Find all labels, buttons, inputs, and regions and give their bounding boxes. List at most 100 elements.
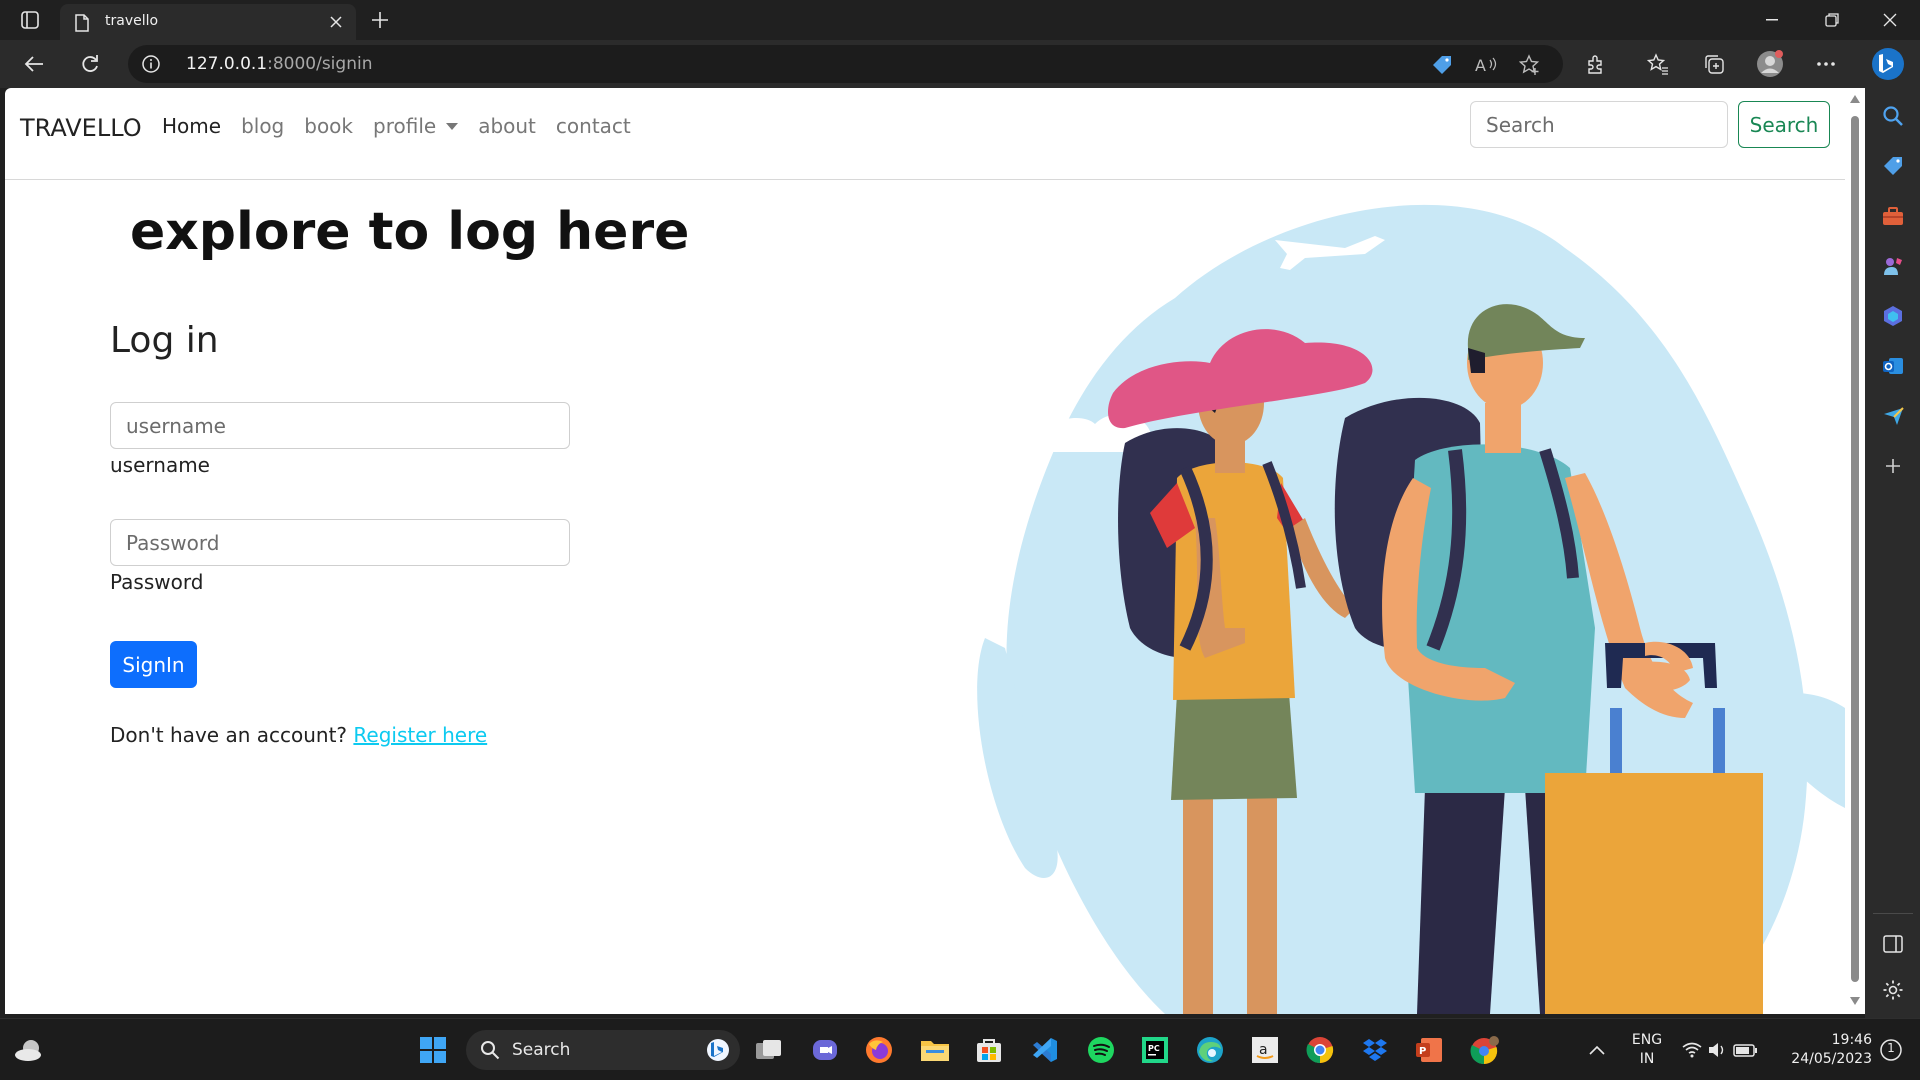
- amazon-icon[interactable]: a: [1248, 1033, 1282, 1067]
- extensions-icon[interactable]: [1582, 50, 1610, 78]
- add-sidebar-app-icon[interactable]: [1879, 452, 1907, 480]
- task-view-icon[interactable]: [752, 1033, 786, 1067]
- weather-icon[interactable]: [12, 1033, 46, 1067]
- register-prompt-text: Don't have an account?: [110, 723, 348, 747]
- browser-tab-bar: travello: [0, 0, 1920, 40]
- clock[interactable]: 19:46 24/05/2023: [1772, 1031, 1872, 1069]
- nav-link-contact[interactable]: contact: [556, 114, 631, 138]
- games-icon[interactable]: [1879, 252, 1907, 280]
- notification-badge[interactable]: 1: [1878, 1037, 1904, 1063]
- travelers-illustration: [977, 204, 1845, 1014]
- shopping-icon[interactable]: [1879, 152, 1907, 180]
- site-search-input[interactable]: [1470, 101, 1728, 148]
- outlook-icon[interactable]: [1879, 352, 1907, 380]
- nav-links: Home blog book profile about contact: [162, 114, 651, 138]
- powerpoint-icon[interactable]: P: [1412, 1033, 1446, 1067]
- file-explorer-icon[interactable]: [918, 1033, 952, 1067]
- page-headline: explore to log here: [130, 202, 690, 262]
- edge-sidebar: [1865, 88, 1920, 1018]
- sidebar-divider: [1873, 913, 1913, 914]
- sidebar-settings-icon[interactable]: [1879, 976, 1907, 1004]
- scroll-down-arrow-icon[interactable]: [1849, 996, 1861, 1006]
- nav-link-about[interactable]: about: [478, 114, 536, 138]
- password-input[interactable]: [110, 519, 570, 566]
- scrollbar-thumb[interactable]: [1851, 116, 1859, 982]
- search-icon: [481, 1041, 500, 1060]
- address-bar[interactable]: 127.0.0.1:8000/signin A: [128, 45, 1563, 83]
- svg-text:PC: PC: [1148, 1044, 1160, 1053]
- back-icon[interactable]: [18, 48, 50, 80]
- refresh-icon[interactable]: [74, 48, 106, 80]
- language-code: ENG: [1631, 1032, 1663, 1048]
- password-label: Password: [110, 570, 204, 594]
- edge-browser-icon[interactable]: [1193, 1033, 1227, 1067]
- chrome-profile-icon[interactable]: [1468, 1033, 1502, 1067]
- system-tray-status[interactable]: [1680, 1033, 1760, 1067]
- login-title: Log in: [110, 320, 219, 361]
- keyboard-region: IN: [1639, 1051, 1655, 1067]
- profile-avatar-icon[interactable]: [1756, 50, 1784, 78]
- microsoft-store-icon[interactable]: [972, 1033, 1006, 1067]
- favorites-icon[interactable]: [1644, 50, 1672, 78]
- site-brand[interactable]: TRAVELLO: [20, 114, 142, 142]
- windows-start-icon[interactable]: [416, 1033, 450, 1067]
- tab-title: travello: [105, 13, 159, 29]
- restore-icon[interactable]: [1802, 0, 1862, 40]
- tab-actions-icon[interactable]: [14, 8, 46, 32]
- close-window-icon[interactable]: [1860, 0, 1920, 40]
- site-search-button[interactable]: Search: [1738, 101, 1830, 148]
- microsoft-365-icon[interactable]: [1879, 302, 1907, 330]
- dropbox-icon[interactable]: [1358, 1033, 1392, 1067]
- register-prompt: Don't have an account? Register here: [110, 723, 487, 747]
- username-label: username: [110, 453, 210, 477]
- shopping-tag-icon[interactable]: [1430, 53, 1454, 77]
- taskbar-search-box[interactable]: Search: [466, 1030, 740, 1070]
- clock-date: 24/05/2023: [1791, 1051, 1872, 1067]
- chevron-down-icon: [446, 122, 459, 130]
- firefox-icon[interactable]: [862, 1033, 896, 1067]
- taskbar-search-label: Search: [512, 1040, 571, 1060]
- username-input[interactable]: [110, 402, 570, 449]
- windows-taskbar: Search PC a P ENG IN 19:46 24/05/2023 1: [0, 1018, 1920, 1080]
- drop-send-icon[interactable]: [1879, 402, 1907, 430]
- clock-time: 19:46: [1831, 1032, 1872, 1048]
- url-text: 127.0.0.1:8000/signin: [186, 54, 373, 74]
- show-hidden-icons-icon[interactable]: [1580, 1033, 1614, 1067]
- notification-count: 1: [1887, 1041, 1895, 1055]
- site-navbar: TRAVELLO Home blog book profile about co…: [5, 88, 1845, 180]
- svg-text:a: a: [1259, 1042, 1268, 1058]
- pycharm-icon[interactable]: PC: [1138, 1033, 1172, 1067]
- scroll-up-arrow-icon[interactable]: [1849, 94, 1861, 104]
- nav-link-profile-dropdown[interactable]: profile: [373, 114, 459, 138]
- svg-text:A: A: [1475, 56, 1486, 75]
- nav-link-profile-label: profile: [373, 114, 437, 138]
- register-link[interactable]: Register here: [353, 723, 487, 747]
- chrome-icon[interactable]: [1303, 1033, 1337, 1067]
- nav-link-blog[interactable]: blog: [241, 114, 284, 138]
- language-indicator[interactable]: ENG IN: [1622, 1031, 1672, 1069]
- hide-sidebar-icon[interactable]: [1879, 930, 1907, 958]
- more-options-icon[interactable]: [1812, 50, 1840, 78]
- new-tab-icon[interactable]: [366, 6, 394, 34]
- page-icon: [74, 14, 90, 36]
- vscode-icon[interactable]: [1028, 1033, 1062, 1067]
- spotify-icon[interactable]: [1084, 1033, 1118, 1067]
- collections-icon[interactable]: [1700, 50, 1728, 78]
- signin-button[interactable]: SignIn: [110, 641, 197, 688]
- teams-chat-icon[interactable]: [808, 1033, 842, 1067]
- browser-toolbar: 127.0.0.1:8000/signin A: [0, 40, 1920, 88]
- bing-copilot-icon[interactable]: [1870, 46, 1906, 82]
- minimize-icon[interactable]: [1742, 0, 1802, 40]
- add-favorite-icon[interactable]: [1518, 53, 1542, 77]
- read-aloud-icon[interactable]: A: [1474, 53, 1498, 77]
- svg-text:P: P: [1419, 1046, 1426, 1057]
- browser-tab[interactable]: travello: [60, 4, 356, 40]
- bing-icon: [707, 1039, 729, 1061]
- search-icon[interactable]: [1879, 102, 1907, 130]
- close-tab-icon[interactable]: [326, 12, 346, 32]
- nav-link-book[interactable]: book: [304, 114, 353, 138]
- nav-link-home[interactable]: Home: [162, 114, 221, 138]
- site-info-icon[interactable]: [142, 55, 160, 77]
- page-scrollbar[interactable]: [1845, 88, 1865, 1014]
- tools-icon[interactable]: [1879, 202, 1907, 230]
